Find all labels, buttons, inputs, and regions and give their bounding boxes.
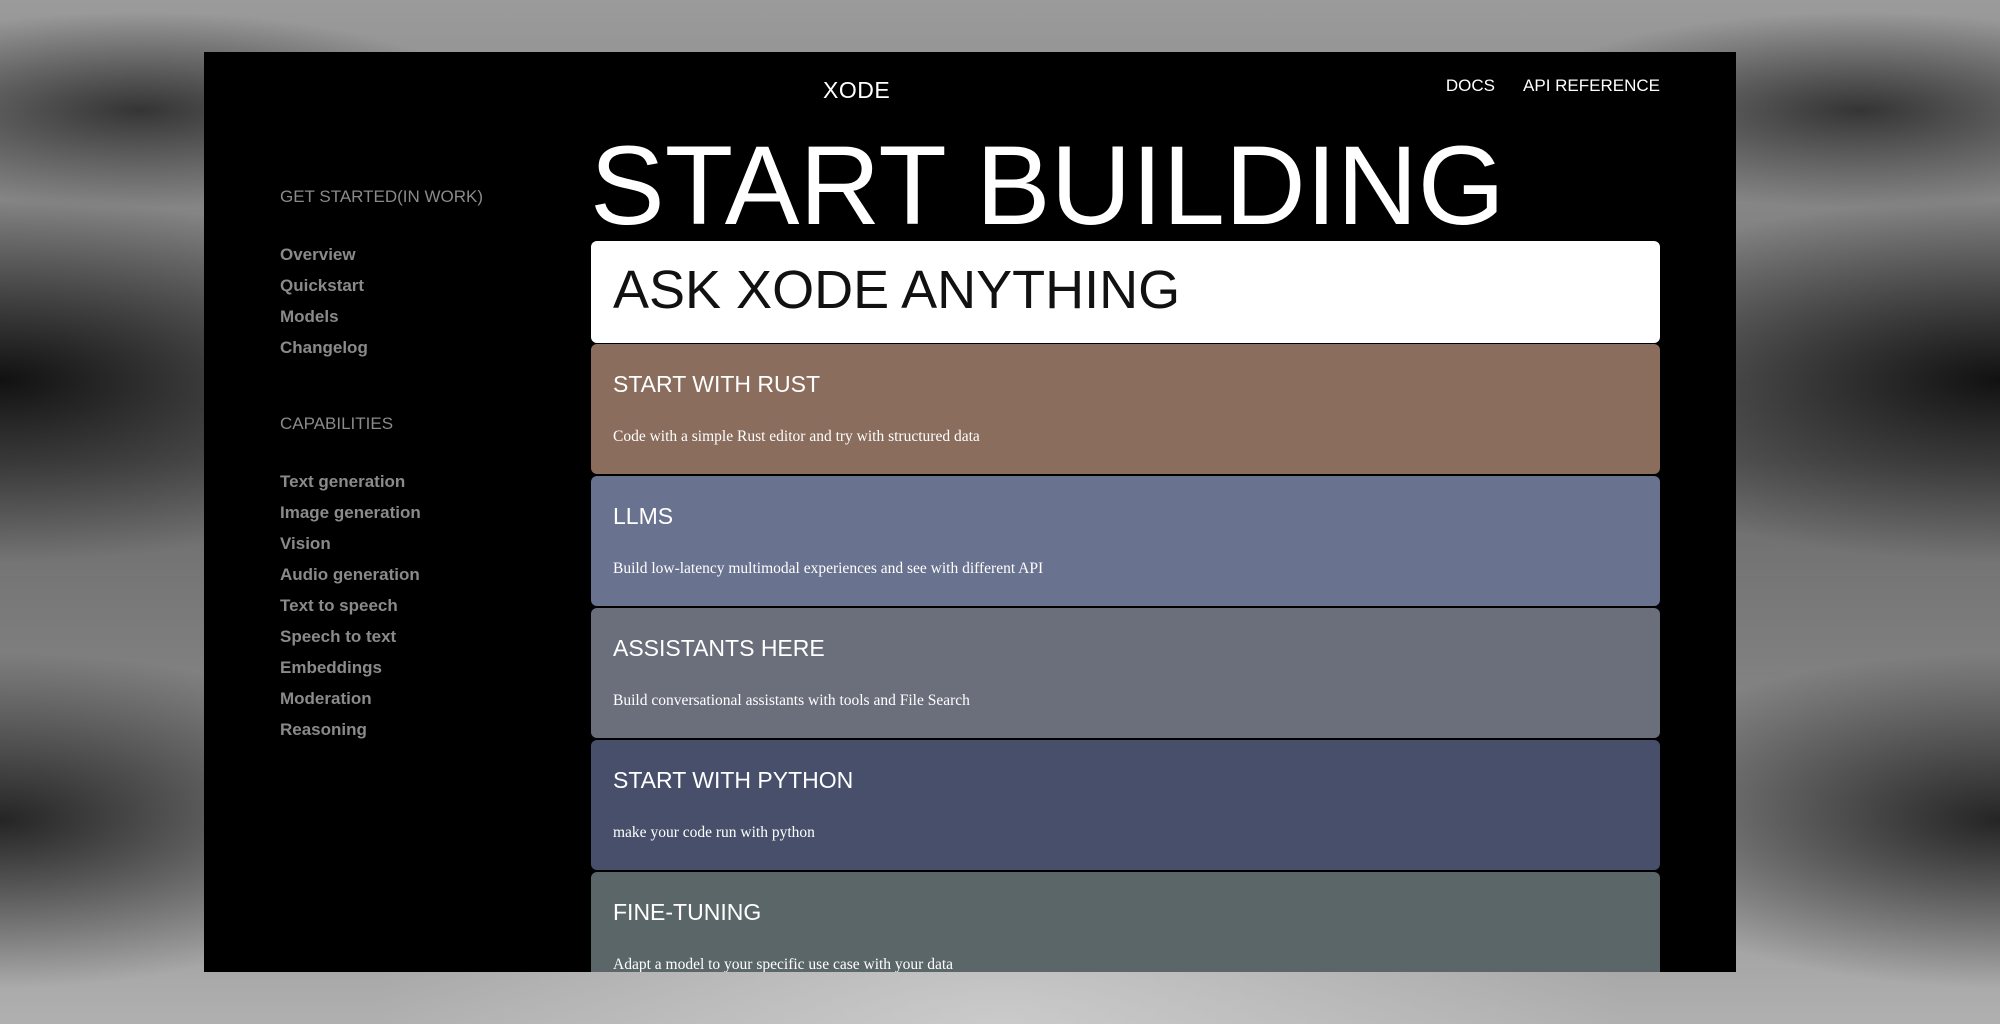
list-item: Quickstart [280, 276, 600, 296]
card-description: Build conversational assistants with too… [613, 692, 970, 709]
sidebar-section-get-started: GET STARTED(IN WORK) [280, 187, 484, 206]
card-start-with-python[interactable]: START WITH PYTHON make your code run wit… [591, 740, 1660, 870]
list-item: Overview [280, 245, 600, 265]
card-llms[interactable]: LLMS Build low-latency multimodal experi… [591, 476, 1660, 606]
list-item: Changelog [280, 338, 600, 358]
card-title: START WITH PYTHON [613, 767, 854, 793]
sidebar-item-vision[interactable]: Vision [280, 534, 331, 553]
sidebar-list-get-started: Overview Quickstart Models Changelog [280, 245, 600, 358]
sidebar-section-capabilities: CAPABILITIES [280, 414, 394, 433]
hero-title: START BUILDING [590, 123, 1505, 248]
list-item: Embeddings [280, 658, 600, 678]
card-fine-tuning[interactable]: FINE-TUNING Adapt a model to your specif… [591, 872, 1660, 972]
card-description: Adapt a model to your specific use case … [613, 956, 954, 972]
sidebar-item-models[interactable]: Models [280, 307, 339, 326]
list-item: Moderation [280, 689, 600, 709]
card-title: ASSISTANTS HERE [613, 635, 825, 661]
app-window: XODE DOCS API REFERENCE GET STARTED(IN W… [204, 52, 1736, 972]
nav-api-reference[interactable]: API REFERENCE [1523, 76, 1660, 96]
sidebar: GET STARTED(IN WORK) Overview Quickstart… [280, 187, 600, 751]
sidebar-item-image-generation[interactable]: Image generation [280, 503, 421, 522]
sidebar-item-changelog[interactable]: Changelog [280, 338, 368, 357]
list-item: Text generation [280, 472, 600, 492]
list-item: Speech to text [280, 627, 600, 647]
sidebar-item-text-generation[interactable]: Text generation [280, 472, 405, 491]
card-title: START WITH RUST [613, 371, 820, 397]
sidebar-item-moderation[interactable]: Moderation [280, 689, 372, 708]
card-start-with-rust[interactable]: START WITH RUST Code with a simple Rust … [591, 344, 1660, 474]
sidebar-item-audio-generation[interactable]: Audio generation [280, 565, 420, 584]
brand-logo[interactable]: XODE [823, 77, 890, 104]
sidebar-item-text-to-speech[interactable]: Text to speech [280, 596, 398, 615]
sidebar-item-overview[interactable]: Overview [280, 245, 356, 264]
sidebar-item-speech-to-text[interactable]: Speech to text [280, 627, 396, 646]
sidebar-item-quickstart[interactable]: Quickstart [280, 276, 364, 295]
card-description: Build low-latency multimodal experiences… [613, 560, 1044, 577]
sidebar-list-capabilities: Text generation Image generation Vision … [280, 472, 600, 740]
list-item: Text to speech [280, 596, 600, 616]
sidebar-item-reasoning[interactable]: Reasoning [280, 720, 367, 739]
list-item: Image generation [280, 503, 600, 523]
ask-xode-card[interactable]: ASK XODE ANYTHING [591, 241, 1660, 343]
list-item: Reasoning [280, 720, 600, 740]
top-nav: DOCS API REFERENCE [1446, 76, 1660, 96]
list-item: Audio generation [280, 565, 600, 585]
card-assistants-here[interactable]: ASSISTANTS HERE Build conversational ass… [591, 608, 1660, 738]
list-item: Vision [280, 534, 600, 554]
list-item: Models [280, 307, 600, 327]
sidebar-item-embeddings[interactable]: Embeddings [280, 658, 382, 677]
card-description: Code with a simple Rust editor and try w… [613, 428, 980, 445]
card-list: START WITH RUST Code with a simple Rust … [591, 344, 1660, 972]
nav-docs[interactable]: DOCS [1446, 76, 1495, 96]
card-description: make your code run with python [613, 824, 815, 841]
card-title: LLMS [613, 503, 674, 529]
card-title: FINE-TUNING [613, 899, 762, 925]
